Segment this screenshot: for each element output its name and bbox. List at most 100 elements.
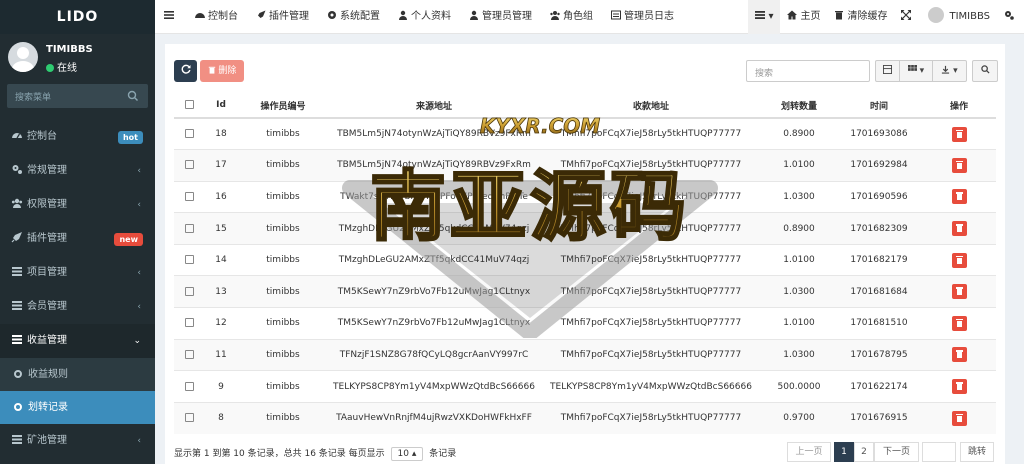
sidebar-submenu-income: 收益规则 划转记录 <box>0 358 155 424</box>
cell-to-address: TMhfi7poFCqX7ieJ58rLy5tkHTUQP77777 <box>540 149 762 182</box>
chevron-left-icon: ‹ <box>137 436 141 446</box>
refresh-button[interactable] <box>174 60 197 82</box>
delete-row-button[interactable] <box>951 157 967 173</box>
row-checkbox[interactable] <box>184 413 194 423</box>
logo[interactable]: LIDO <box>0 0 155 34</box>
sidebar-item-transfer-records[interactable]: 划转记录 <box>0 391 155 424</box>
table-row[interactable]: 17 timibbs TBM5Lm5jN74otynWzAjTiQY89RBVz9F… <box>174 149 996 182</box>
columns-dropdown[interactable]: ▾ <box>899 60 933 82</box>
sidebar-item-addon[interactable]: 插件管理 new <box>0 222 155 256</box>
delete-row-button[interactable] <box>951 315 967 331</box>
list-icon <box>12 301 22 310</box>
nav-menu-dropdown[interactable]: ▾ <box>748 0 781 34</box>
row-checkbox[interactable] <box>184 381 194 391</box>
row-checkbox[interactable] <box>184 160 194 170</box>
user-menu-name: TIMIBBS <box>949 11 990 22</box>
cell-amount: 0.8900 <box>762 212 836 245</box>
cell-from-address: TELKYPS8CP8Ym1yV4MxpWWzQtdBcS66666 <box>328 370 540 403</box>
sidebar-item-label: 会员管理 <box>27 301 67 312</box>
new-badge: new <box>114 233 143 246</box>
row-checkbox[interactable] <box>184 129 194 139</box>
delete-row-button[interactable] <box>951 284 967 300</box>
advanced-search-button[interactable] <box>972 60 998 82</box>
cell-from-address: TM5KSewY7nZ9rbVo7Fb12uMwJag1CLtnyx <box>328 275 540 308</box>
table-row[interactable]: 11 timibbs TFNzjF1SNZ8G78fQCyLQ8gcrAanVY99… <box>174 338 996 371</box>
toggle-view-button[interactable] <box>875 60 900 82</box>
jump-button[interactable]: 跳转 <box>960 442 994 462</box>
sidebar-item-member[interactable]: 会员管理 ‹ <box>0 290 155 324</box>
tab-admin[interactable]: 管理员管理 <box>460 0 541 34</box>
sidebar-item-project[interactable]: 项目管理 ‹ <box>0 256 155 290</box>
hot-badge: hot <box>117 131 143 144</box>
home-link[interactable]: 主页 <box>780 0 827 34</box>
tab-addon[interactable]: 插件管理 <box>247 0 318 34</box>
page-1-button[interactable]: 1 <box>834 442 854 462</box>
select-all-checkbox[interactable] <box>184 100 194 109</box>
row-checkbox[interactable] <box>184 223 194 233</box>
row-checkbox[interactable] <box>184 286 194 296</box>
row-checkbox[interactable] <box>184 349 194 359</box>
row-checkbox[interactable] <box>184 191 194 201</box>
row-checkbox-cell <box>174 149 204 182</box>
delete-row-button[interactable] <box>951 347 967 363</box>
settings-button[interactable] <box>997 0 1024 34</box>
table-row[interactable]: 13 timibbs TM5KSewY7nZ9rbVo7Fb12uMwJag1CLt… <box>174 275 996 308</box>
user-status: 在线 <box>46 59 77 74</box>
col-header-operator[interactable]: 操作员编号 <box>238 93 328 119</box>
cell-actions <box>922 149 996 182</box>
table-search-input[interactable]: 搜索 <box>746 60 870 82</box>
tab-config[interactable]: 系统配置 <box>318 0 389 34</box>
delete-row-button[interactable] <box>951 252 967 268</box>
cell-time: 1701692984 <box>836 149 922 182</box>
tab-dashboard[interactable]: 控制台 <box>186 0 247 34</box>
sidebar-item-income[interactable]: 收益管理 ⌄ <box>0 324 155 358</box>
sidebar-item-general[interactable]: 常规管理 ‹ <box>0 154 155 188</box>
cell-to-address: TMhfi7poFCqX7ieJ58rLy5tkHTUQP77777 <box>540 180 762 213</box>
table-toolbar: 删除 搜索 ▾ ▾ <box>174 60 998 82</box>
row-checkbox[interactable] <box>184 318 194 328</box>
user-menu[interactable]: TIMIBBS <box>921 0 997 34</box>
prev-page-button[interactable]: 上一页 <box>787 442 831 462</box>
jump-page-input[interactable] <box>922 442 956 462</box>
sidebar-item-permission[interactable]: 权限管理 ‹ <box>0 188 155 222</box>
delete-row-button[interactable] <box>951 221 967 237</box>
col-header-to[interactable]: 收款地址 <box>540 93 762 119</box>
col-header-id[interactable]: Id <box>204 93 238 119</box>
delete-row-button[interactable] <box>951 410 967 426</box>
delete-row-button[interactable] <box>951 126 967 142</box>
tab-group[interactable]: 角色组 <box>541 0 602 34</box>
table-row[interactable]: 18 timibbs TBM5Lm5jN74otynWzAjTiQY89RBVz9F… <box>174 117 996 150</box>
table-row[interactable]: 15 timibbs TMzghDLeGU2AMxZTf5qkdCC41MuV74q… <box>174 212 996 245</box>
sidebar-item-pool[interactable]: 矿池管理 ‹ <box>0 424 155 458</box>
sidebar-item-income-rules[interactable]: 收益规则 <box>0 358 155 391</box>
clear-cache-button[interactable]: 清除缓存 <box>827 0 894 34</box>
user-status-text: 在线 <box>57 63 77 74</box>
delete-button[interactable]: 删除 <box>200 60 244 82</box>
export-dropdown[interactable]: ▾ <box>932 60 967 82</box>
table-row[interactable]: 9 timibbs TELKYPS8CP8Ym1yV4MxpWWzQtdBcS666… <box>174 370 996 403</box>
circle-icon <box>14 370 22 378</box>
cell-id: 17 <box>204 149 238 182</box>
fullscreen-button[interactable] <box>894 0 921 34</box>
table-row[interactable]: 16 timibbs TWakt7swHUybPeMBYPFo67PuTedAhPT… <box>174 180 996 213</box>
tab-profile[interactable]: 个人资料 <box>389 0 460 34</box>
caret-down-icon: ▾ <box>768 11 774 22</box>
col-header-from[interactable]: 来源地址 <box>328 93 540 119</box>
page-size-select[interactable]: 10 ▴ <box>390 447 424 461</box>
table-row[interactable]: 12 timibbs TM5KSewY7nZ9rbVo7Fb12uMwJag1CLt… <box>174 307 996 340</box>
col-header-time[interactable]: 时间 <box>836 93 922 119</box>
next-page-button[interactable]: 下一页 <box>874 442 919 462</box>
row-checkbox[interactable] <box>184 255 194 265</box>
sidebar-toggle-button[interactable] <box>155 0 186 34</box>
sidebar-search-input[interactable]: 搜索菜单 <box>7 84 148 108</box>
col-header-amount[interactable]: 划转数量 <box>762 93 836 119</box>
top-nav-right: ▾ 主页 清除缓存 TIMIBBS <box>748 0 1024 34</box>
table-row[interactable]: 14 timibbs TMzghDLeGU2AMxZTf5qkdCC41MuV74q… <box>174 243 996 276</box>
table-row[interactable]: 8 timibbs TAauvHewVnRnjfM4ujRwzVXKDoHWFkHx… <box>174 401 996 434</box>
delete-row-button[interactable] <box>951 379 967 395</box>
sidebar-item-dashboard[interactable]: 控制台 hot <box>0 120 155 154</box>
search-icon[interactable] <box>126 89 140 103</box>
delete-row-button[interactable] <box>951 189 967 205</box>
tab-admin-log[interactable]: 管理员日志 <box>602 0 683 34</box>
page-2-button[interactable]: 2 <box>854 442 874 462</box>
